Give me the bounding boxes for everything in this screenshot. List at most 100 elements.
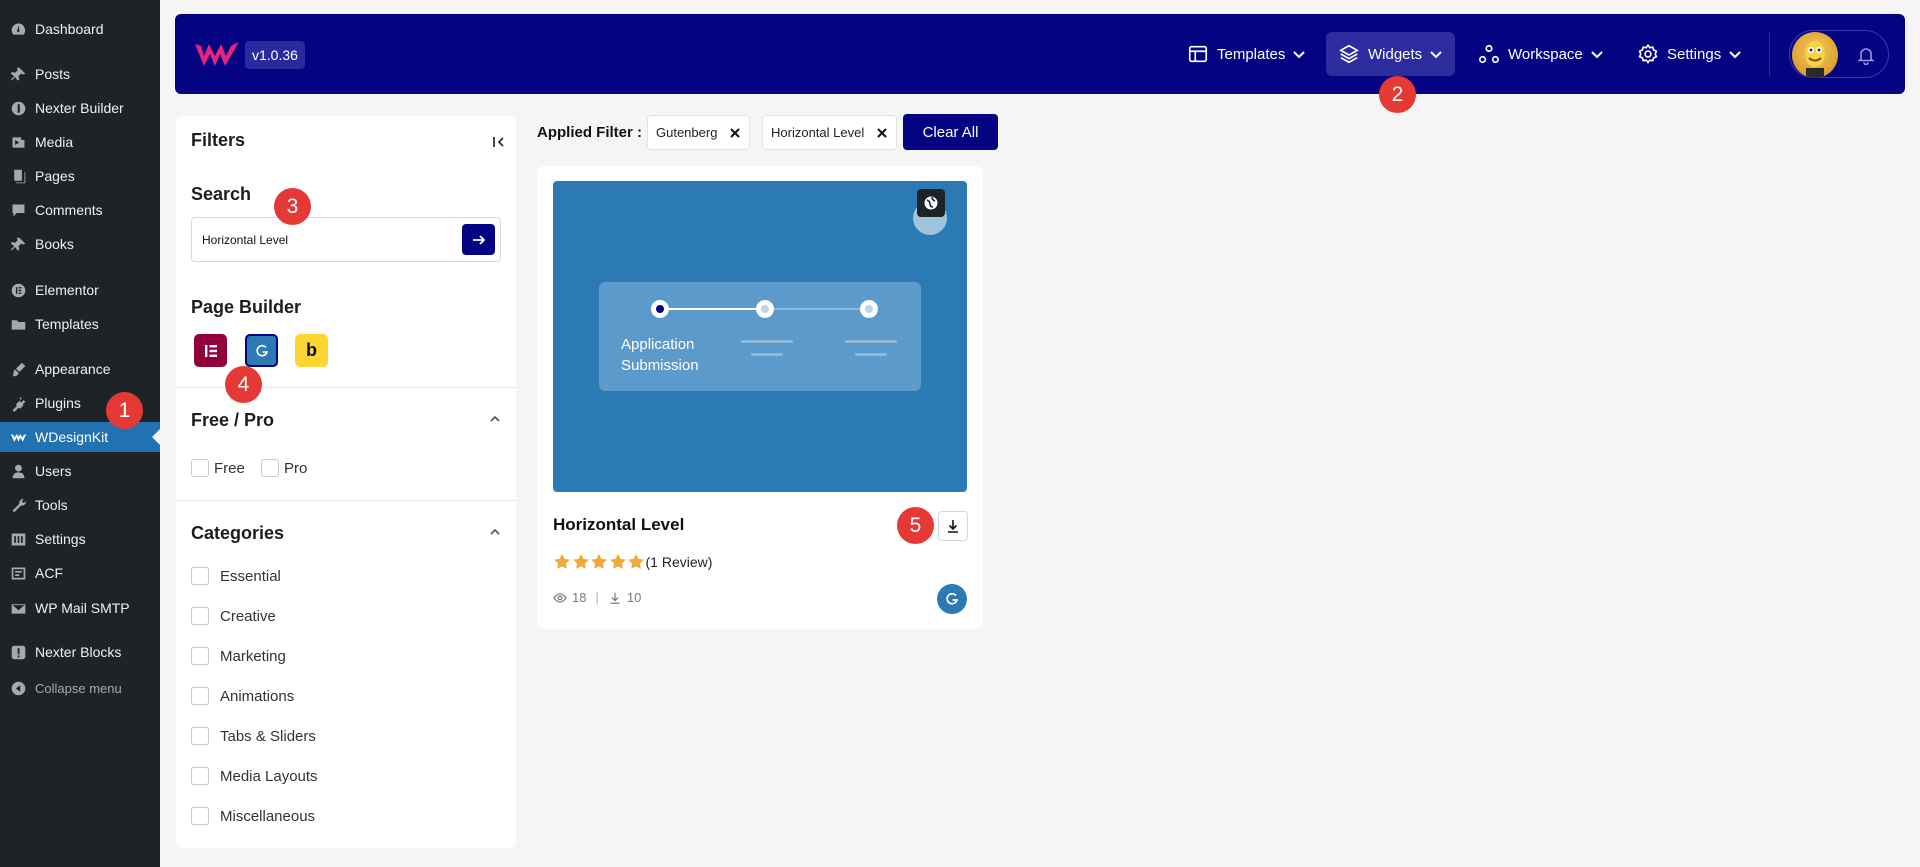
downloads-count: 10 xyxy=(626,590,642,605)
checkbox[interactable] xyxy=(261,459,279,477)
wp-menu-wdesignkit[interactable]: WDesignKit xyxy=(0,422,160,452)
checkbox[interactable] xyxy=(191,807,209,825)
widget-title[interactable]: Horizontal Level xyxy=(553,515,684,535)
builder-beaver-button[interactable]: b xyxy=(295,334,328,367)
wp-menu-label: Collapse menu xyxy=(35,680,122,696)
search-input[interactable] xyxy=(202,230,442,250)
chevron-down-icon xyxy=(1430,51,1442,59)
star-icon xyxy=(554,553,570,569)
comment-icon xyxy=(8,201,28,219)
wp-collapse-menu[interactable]: Collapse menu xyxy=(0,673,160,703)
download-button[interactable] xyxy=(938,511,968,541)
checkbox[interactable] xyxy=(191,647,209,665)
search-submit-button[interactable] xyxy=(462,224,495,255)
nav-workspace[interactable]: Workspace xyxy=(1466,32,1616,76)
gutenberg-logo-icon xyxy=(255,344,268,356)
wp-menu-nexter-blocks[interactable]: Nexter Blocks xyxy=(0,637,160,667)
wp-menu-label: Settings xyxy=(35,531,86,547)
category-miscellaneous[interactable]: Miscellaneous xyxy=(191,807,315,825)
nexter-icon xyxy=(8,99,28,117)
wdesignkit-logo xyxy=(195,42,239,66)
checkbox-pro[interactable]: Pro xyxy=(261,459,307,477)
chevron-up-icon[interactable] xyxy=(488,412,502,426)
preview-caption: Application Submission xyxy=(621,336,699,374)
wp-menu-users[interactable]: Users xyxy=(0,456,160,486)
close-icon[interactable] xyxy=(729,127,741,139)
wp-menu-comments[interactable]: Comments xyxy=(0,195,160,225)
clear-all-button[interactable]: Clear All xyxy=(903,114,998,150)
category-media-layouts[interactable]: Media Layouts xyxy=(191,767,318,785)
user-menu-toggle[interactable] xyxy=(1789,30,1889,78)
pages-icon xyxy=(8,167,28,185)
nav-settings[interactable]: Settings xyxy=(1625,32,1754,76)
filters-title: Filters xyxy=(191,130,246,150)
checkbox[interactable] xyxy=(191,687,209,705)
wp-menu-label: Appearance xyxy=(35,361,111,377)
wdesignkit-icon xyxy=(8,428,28,446)
header-divider xyxy=(1769,32,1770,76)
widget-preview-image[interactable]: Application Submission xyxy=(553,181,967,492)
checkbox[interactable] xyxy=(191,567,209,585)
elementor-icon xyxy=(8,281,28,299)
checkbox-label: Marketing xyxy=(220,647,286,665)
gutenberg-badge xyxy=(937,584,967,614)
checkbox[interactable] xyxy=(191,767,209,785)
category-marketing[interactable]: Marketing xyxy=(191,647,286,665)
checkbox[interactable] xyxy=(191,727,209,745)
collapse-panel-icon[interactable] xyxy=(489,132,509,152)
wp-menu-media[interactable]: Media xyxy=(0,127,160,157)
star-icon xyxy=(628,553,644,569)
checkbox-label: Media Layouts xyxy=(220,767,318,785)
category-essential[interactable]: Essential xyxy=(191,567,281,585)
wp-menu-books[interactable]: Books xyxy=(0,229,160,259)
preview-step-dot xyxy=(860,300,878,318)
wp-menu-templates[interactable]: Templates xyxy=(0,309,160,339)
builder-gutenberg-button[interactable] xyxy=(245,334,278,367)
preview-placeholder-bar xyxy=(741,340,793,343)
wp-menu-appearance[interactable]: Appearance xyxy=(0,354,160,384)
category-animations[interactable]: Animations xyxy=(191,687,294,705)
wp-menu-acf[interactable]: ACF xyxy=(0,558,160,588)
nav-templates[interactable]: Templates xyxy=(1175,32,1318,76)
wp-menu-label: Pages xyxy=(35,168,75,184)
globe-icon xyxy=(917,189,945,217)
wp-menu-elementor[interactable]: Elementor xyxy=(0,275,160,305)
builder-elementor-button[interactable] xyxy=(194,334,227,367)
chip-label: Gutenberg xyxy=(656,125,718,140)
layers-icon xyxy=(1339,44,1359,64)
widget-card[interactable]: Application Submission Horizontal Level … xyxy=(537,166,983,629)
applied-filter-label: Applied Filter : xyxy=(537,124,642,141)
gutenberg-logo-icon xyxy=(946,592,959,605)
wp-menu-nexter-builder[interactable]: Nexter Builder xyxy=(0,93,160,123)
version-badge: v1.0.36 xyxy=(245,41,305,69)
checkbox-free[interactable]: Free xyxy=(191,459,245,477)
preview-step-line xyxy=(765,308,861,310)
wp-menu-settings[interactable]: Settings xyxy=(0,524,160,554)
elementor-logo-icon xyxy=(204,344,217,357)
close-icon[interactable] xyxy=(876,127,888,139)
category-tabs-sliders[interactable]: Tabs & Sliders xyxy=(191,727,316,745)
settings-icon xyxy=(8,530,28,548)
nav-widgets[interactable]: Widgets xyxy=(1326,32,1456,76)
bell-icon[interactable] xyxy=(1856,45,1876,65)
avatar[interactable] xyxy=(1792,32,1838,78)
star-icon xyxy=(572,553,589,569)
wp-menu-posts[interactable]: Posts xyxy=(0,59,160,89)
wp-menu-label: Media xyxy=(35,134,74,150)
step-marker-2: 2 xyxy=(1379,76,1416,113)
workspace-icon xyxy=(1479,44,1499,64)
category-creative[interactable]: Creative xyxy=(191,607,276,625)
chevron-up-icon[interactable] xyxy=(488,525,502,539)
wp-menu-tools[interactable]: Tools xyxy=(0,490,160,520)
wp-menu-pages[interactable]: Pages xyxy=(0,161,160,191)
wp-menu-dashboard[interactable]: Dashboard xyxy=(0,14,160,44)
wp-menu-wp-mail-smtp[interactable]: WP Mail SMTP xyxy=(0,593,160,623)
views-count: 18 xyxy=(572,590,587,605)
nav-workspace-label: Workspace xyxy=(1508,45,1583,63)
checkbox[interactable] xyxy=(191,607,209,625)
stats-separator: | xyxy=(595,590,599,605)
checkbox[interactable] xyxy=(191,459,209,477)
filter-chip-horizontal-level: Horizontal Level xyxy=(762,115,898,150)
chevron-down-icon xyxy=(1591,51,1603,59)
checkbox-label: Pro xyxy=(284,459,308,477)
